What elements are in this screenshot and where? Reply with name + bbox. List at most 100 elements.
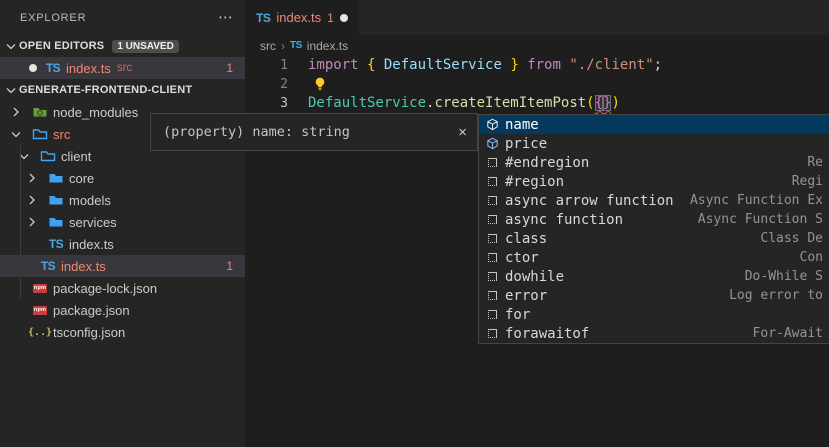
chevron-down-icon[interactable] [16, 148, 32, 164]
chevron-down-icon[interactable] [3, 82, 19, 98]
suggest-detail: Regi [792, 174, 823, 189]
npm-icon: npm [32, 280, 48, 296]
tree-item-package-json[interactable]: npmpackage.json [0, 299, 245, 321]
workspace-label: GENERATE-FRONTEND-CLIENT [19, 84, 192, 96]
chevron-right-icon[interactable] [8, 104, 24, 120]
tab-index-ts[interactable]: TS index.ts 1 [245, 0, 359, 35]
open-editor-item[interactable]: TSindex.tssrc1 [0, 57, 245, 79]
folder-open-icon [40, 148, 56, 164]
suggest-item-class[interactable]: classClass De [479, 229, 829, 248]
open-editors-header[interactable]: OPEN EDITORS 1 UNSAVED [0, 35, 245, 57]
workspace-header[interactable]: GENERATE-FRONTEND-CLIENT [0, 79, 245, 101]
tree-item-tsconfig-json[interactable]: {..} tsconfig.json [0, 321, 245, 343]
suggest-item--region[interactable]: #region Regi [479, 172, 829, 191]
tab-error-count: 1 [327, 11, 334, 25]
snippet-icon [484, 155, 500, 171]
code-line-text: import { DefaultService } from "./client… [308, 56, 662, 75]
suggest-item-async-function[interactable]: async functionAsync Function S [479, 210, 829, 229]
suggest-detail: For-Await [753, 326, 823, 341]
unsaved-badge: 1 UNSAVED [112, 40, 179, 53]
tree-item-index-ts[interactable]: TSindex.ts [0, 233, 245, 255]
snippet-icon [484, 288, 500, 304]
suggest-label: dowhile [505, 269, 564, 285]
npm-icon: npm [32, 302, 48, 318]
tab-label: index.ts [276, 10, 321, 25]
suggest-item-error[interactable]: errorLog error to [479, 286, 829, 305]
code-token: createItemItemPost [434, 95, 586, 111]
error-count-badge: 1 [226, 61, 245, 75]
breadcrumb-folder[interactable]: src [260, 39, 276, 53]
file-folder-label: src [117, 62, 132, 74]
code-line-text [308, 75, 322, 95]
error-squiggle: {} [595, 95, 612, 111]
unsaved-dot-icon[interactable] [340, 14, 348, 22]
code-token [519, 57, 527, 73]
suggest-item-for[interactable]: for [479, 305, 829, 324]
chevron-down-icon[interactable] [3, 38, 19, 54]
lightbulb-icon[interactable] [313, 79, 327, 95]
snippet-icon [484, 231, 500, 247]
suggest-item-async-arrow-function[interactable]: async arrow functionAsync Function Ex [479, 191, 829, 210]
more-actions-icon[interactable]: ⋯ [218, 13, 233, 23]
suggest-item--endregion[interactable]: #endregionRe [479, 153, 829, 172]
suggest-detail: Async Function S [698, 212, 823, 227]
tree-item-models[interactable]: models [0, 189, 245, 211]
suggest-item-dowhile[interactable]: dowhile Do-While S [479, 267, 829, 286]
snippet-icon [484, 326, 500, 342]
folder-icon [48, 214, 64, 230]
suggest-detail: Do-While S [745, 269, 823, 284]
suggest-label: class [505, 231, 547, 247]
line-number: 1 [245, 56, 288, 75]
file-label: tsconfig.json [53, 325, 125, 340]
chevron-right-icon[interactable] [24, 170, 40, 186]
indent-guide [20, 145, 21, 299]
braces-icon: {..} [32, 324, 48, 340]
suggest-item-ctor[interactable]: ctorCon [479, 248, 829, 267]
suggest-item-forawaitof[interactable]: forawaitofFor-Await [479, 324, 829, 343]
close-icon[interactable]: × [458, 124, 467, 141]
explorer-sidebar: EXPLORER ⋯ OPEN EDITORS 1 UNSAVED TSinde… [0, 0, 245, 447]
suggest-details-tooltip: (property) name: string × [150, 113, 478, 151]
code-line-3: 3DefaultService.createItemItemPost({}) [245, 94, 829, 113]
code-token: ) [611, 95, 619, 111]
code-line-text: DefaultService.createItemItemPost({}) [308, 94, 620, 113]
indent-spacer [8, 324, 24, 340]
tree-item-package-lock-json[interactable]: npm package-lock.json [0, 277, 245, 299]
chevron-right-icon[interactable] [24, 214, 40, 230]
vscode-window: EXPLORER ⋯ OPEN EDITORS 1 UNSAVED TSinde… [0, 0, 829, 447]
snippet-icon [484, 250, 500, 266]
code-token: DefaultService [308, 95, 426, 111]
breadcrumb-separator: › [281, 39, 285, 53]
breadcrumb-file[interactable]: index.ts [307, 39, 348, 53]
sidebar-title: EXPLORER [20, 12, 86, 24]
tab-bar: TS index.ts 1 [245, 0, 829, 35]
indent-spacer [8, 302, 24, 318]
snippet-icon [484, 174, 500, 190]
suggest-label: async arrow function [505, 193, 674, 209]
code-token: from [527, 57, 561, 73]
chevron-down-icon[interactable] [8, 126, 24, 142]
typescript-icon: TS [290, 40, 302, 51]
folder-open-icon [32, 126, 48, 142]
open-editors-label: OPEN EDITORS [19, 40, 104, 52]
code-token: ; [654, 57, 662, 73]
suggest-item-price[interactable]: price [479, 134, 829, 153]
chevron-right-icon[interactable] [24, 192, 40, 208]
indent-spacer [8, 280, 24, 296]
breadcrumb: src › TS index.ts [245, 35, 829, 56]
folder-label: services [69, 215, 117, 230]
file-label: package-lock.json [53, 281, 157, 296]
code-token: "./client" [569, 57, 653, 73]
suggest-label: for [505, 307, 530, 323]
folder-icon [48, 170, 64, 186]
line-number: 2 [245, 75, 288, 94]
tree-item-index-ts[interactable]: TSindex.ts1 [0, 255, 245, 277]
file-label: index.ts [61, 259, 106, 274]
tree-item-services[interactable]: services [0, 211, 245, 233]
snippet-icon [484, 307, 500, 323]
suggest-label: #region [505, 174, 564, 190]
code-token: ( [586, 95, 594, 111]
suggest-item-name[interactable]: name [479, 115, 829, 134]
suggest-detail: Log error to [729, 288, 823, 303]
tree-item-core[interactable]: core [0, 167, 245, 189]
